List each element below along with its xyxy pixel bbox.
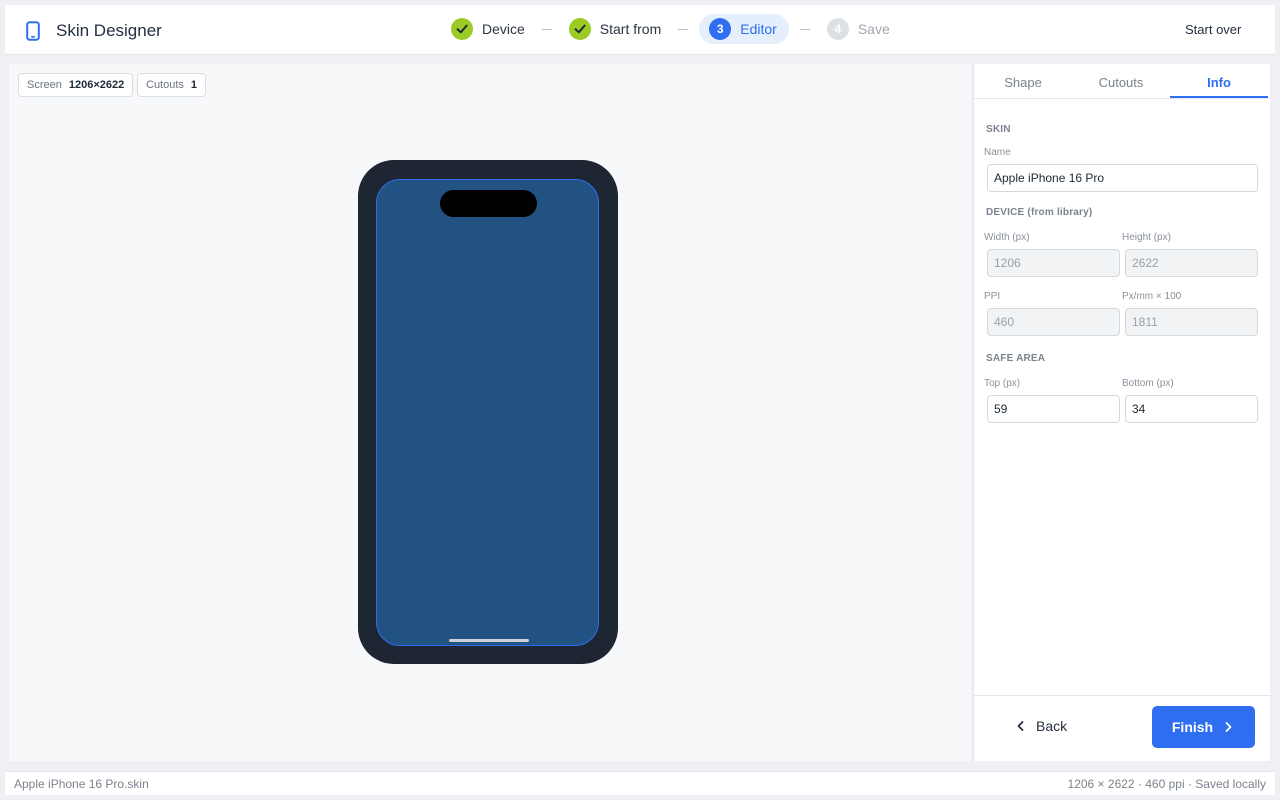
device-section-heading: DEVICE (from library) — [986, 207, 1093, 218]
panel-tabs: Shape Cutouts Info — [974, 64, 1268, 99]
start-over-button[interactable]: Start over — [1185, 22, 1241, 37]
step-separator — [678, 28, 689, 30]
step-separator — [799, 28, 810, 30]
properties-panel: Shape Cutouts Info SKIN Name DEVICE (fro… — [973, 64, 1271, 761]
safe-bottom-label: Bottom (px) — [1122, 378, 1174, 389]
panel-footer-divider — [974, 695, 1271, 696]
pxmm-label: Px/mm × 100 — [1122, 291, 1182, 302]
back-label: Back — [1036, 718, 1068, 734]
finish-button[interactable]: Finish — [1152, 706, 1255, 748]
dynamic-island-cutout[interactable] — [440, 190, 537, 217]
tab-cutouts[interactable]: Cutouts — [1072, 64, 1170, 98]
header: Skin Designer Device Start from 3 Editor… — [5, 5, 1275, 55]
skin-section-heading: SKIN — [986, 124, 1011, 135]
tab-info[interactable]: Info — [1170, 64, 1268, 98]
safe-bottom-input[interactable] — [1125, 395, 1258, 423]
home-indicator — [449, 639, 529, 642]
app-title: Skin Designer — [56, 21, 162, 40]
chip-value: 1 — [190, 79, 198, 91]
safe-top-input[interactable] — [987, 395, 1120, 423]
step-separator — [541, 28, 552, 30]
ppi-label: PPI — [984, 291, 1001, 302]
step-number: 4 — [826, 18, 849, 40]
chevron-right-icon — [1225, 722, 1232, 732]
step-label: Save — [857, 21, 890, 37]
back-button[interactable]: Back — [1014, 718, 1067, 734]
check-icon — [568, 18, 591, 40]
phone-icon — [26, 21, 40, 41]
chip-label: Screen — [27, 79, 62, 91]
stepper: Device Start from 3 Editor 4 Save — [445, 14, 896, 44]
step-label: Start from — [599, 21, 662, 37]
chevron-left-icon — [1017, 721, 1024, 731]
finish-label: Finish — [1171, 719, 1214, 735]
skin-name-input[interactable] — [987, 164, 1258, 192]
cutouts-chip: Cutouts 1 — [137, 73, 207, 97]
step-label: Device — [482, 21, 525, 37]
tab-shape[interactable]: Shape — [974, 64, 1072, 98]
chip-label: Cutouts — [146, 79, 184, 91]
phone-bezel[interactable] — [358, 160, 618, 664]
chip-value: 1206×2622 — [68, 79, 125, 91]
name-label: Name — [984, 147, 1011, 158]
step-number: 3 — [709, 18, 732, 40]
width-label: Width (px) — [984, 232, 1030, 243]
height-label: Height (px) — [1122, 232, 1171, 243]
step-editor[interactable]: 3 Editor — [699, 14, 789, 44]
height-field — [1125, 249, 1258, 277]
pxmm-field — [1125, 308, 1258, 336]
step-save[interactable]: 4 Save — [821, 14, 896, 44]
step-label: Editor — [740, 21, 777, 37]
editor-canvas[interactable]: Screen 1206×2622 Cutouts 1 — [9, 64, 971, 761]
status-bar: Apple iPhone 16 Pro.skin 1206 × 2622 · 4… — [5, 771, 1275, 795]
screen-size-chip: Screen 1206×2622 — [18, 73, 134, 97]
check-icon — [451, 18, 473, 40]
width-field — [987, 249, 1120, 277]
step-start-from[interactable]: Start from — [563, 14, 667, 44]
step-device[interactable]: Device — [445, 14, 531, 44]
safe-area-section-heading: SAFE AREA — [986, 353, 1046, 364]
status-summary: 1206 × 2622 · 460 ppi · Saved locally — [1067, 777, 1266, 791]
ppi-field — [987, 308, 1120, 336]
safe-top-label: Top (px) — [984, 378, 1021, 389]
phone-screen[interactable] — [376, 179, 599, 646]
status-filename: Apple iPhone 16 Pro.skin — [14, 777, 149, 791]
